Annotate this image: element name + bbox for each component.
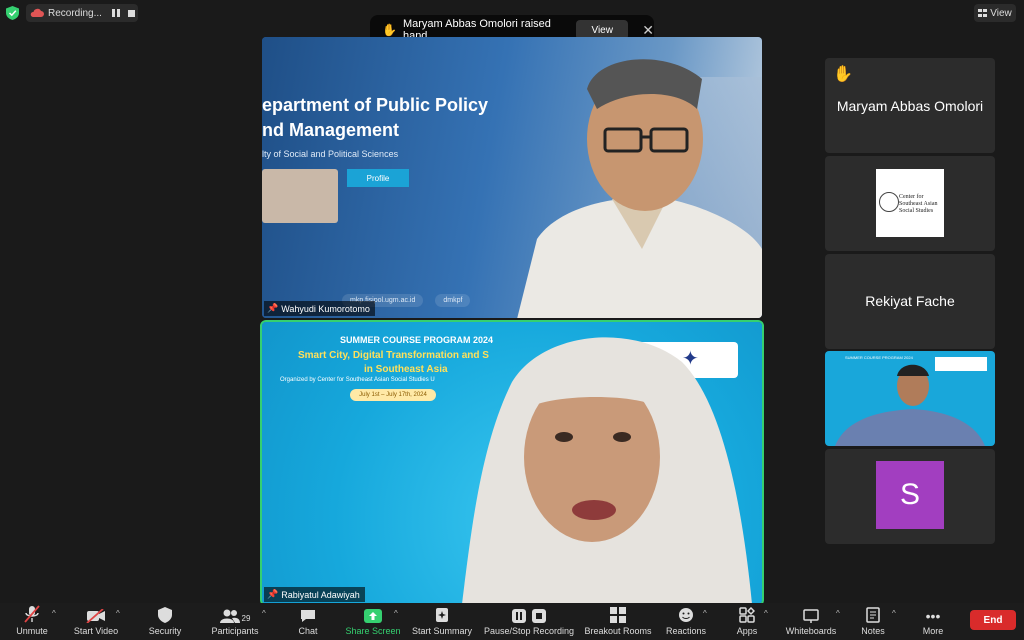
- video-tile-speaker[interactable]: epartment of Public Policy nd Management…: [262, 37, 762, 318]
- participants-button[interactable]: 29 Participants: [208, 603, 262, 640]
- apps-label: Apps: [736, 626, 758, 636]
- security-shield-icon: [6, 6, 19, 20]
- cloud-icon: [30, 8, 44, 17]
- start-summary-button[interactable]: Start Summary: [410, 603, 474, 640]
- start-video-label: Start Video: [73, 626, 119, 636]
- participants-count: 29: [241, 614, 251, 623]
- raised-hand-icon: ✋: [833, 66, 853, 83]
- reactions-label: Reactions: [665, 626, 707, 636]
- share-screen-icon: [364, 609, 382, 623]
- end-meeting-button[interactable]: End: [970, 610, 1016, 630]
- microphone-muted-icon: [24, 605, 40, 623]
- raised-hand-icon: ✋: [382, 23, 397, 37]
- chevron-up-icon[interactable]: ^: [116, 609, 120, 618]
- chat-label: Chat: [298, 626, 318, 636]
- participant-name-tag: 📌 Rabiyatul Adawiyah: [264, 587, 365, 602]
- meeting-toolbar: Unmute ^ Start Video ^ Security 29 Parti…: [0, 603, 1024, 640]
- participant-name: Rabiyatul Adawiyah: [281, 589, 360, 600]
- chevron-up-icon[interactable]: ^: [394, 609, 398, 618]
- seal-icon: [879, 192, 899, 212]
- program-organizer: Organized by Center for Southeast Asian …: [280, 377, 435, 383]
- close-icon[interactable]: ✕: [642, 22, 654, 39]
- chevron-up-icon[interactable]: ^: [892, 609, 896, 618]
- slide-title: epartment of Public Policy nd Management: [262, 95, 489, 140]
- participant-name-tag: 📌 Wahyudi Kumorotomo: [264, 301, 375, 316]
- notes-icon: [866, 607, 880, 623]
- participant-person: [462, 337, 752, 604]
- grid-icon: [978, 9, 988, 17]
- share-screen-label: Share Screen: [345, 626, 401, 636]
- participants-label: Participants: [211, 626, 259, 636]
- view-label: View: [990, 7, 1012, 19]
- participant-tile[interactable]: Center for Southeast Asian Social Studies: [825, 156, 995, 251]
- participant-tile[interactable]: SUMMER COURSE PROGRAM 2024: [825, 351, 995, 446]
- participant-logo: Center for Southeast Asian Social Studies: [876, 169, 944, 237]
- chat-icon: [301, 610, 315, 622]
- chevron-up-icon[interactable]: ^: [836, 609, 840, 618]
- chat-button[interactable]: Chat: [293, 603, 323, 640]
- whiteboards-button[interactable]: Whiteboards: [782, 603, 840, 640]
- whiteboards-label: Whiteboards: [785, 626, 837, 636]
- summary-icon: [436, 608, 448, 622]
- recording-label: Recording...: [48, 7, 102, 19]
- chevron-up-icon[interactable]: ^: [703, 609, 707, 618]
- start-summary-label: Start Summary: [411, 626, 472, 636]
- stop-recording-icon[interactable]: [127, 9, 135, 17]
- more-dots-icon: •••: [925, 608, 941, 624]
- more-button[interactable]: ••• More: [920, 603, 946, 640]
- apps-button[interactable]: Apps: [734, 603, 760, 640]
- breakout-rooms-label: Breakout Rooms: [584, 626, 652, 636]
- view-menu-button[interactable]: View: [974, 4, 1016, 22]
- pause-stop-icon: [512, 609, 546, 623]
- breakout-rooms-icon: [610, 607, 626, 623]
- participant-person: [517, 59, 762, 318]
- chevron-up-icon[interactable]: ^: [52, 609, 56, 618]
- participant-tile[interactable]: S: [825, 449, 995, 544]
- slide-photo: [262, 169, 338, 223]
- logo-text: Center forSoutheast AsianSocial Studies: [899, 194, 938, 214]
- unmute-label: Unmute: [16, 626, 48, 636]
- recording-indicator[interactable]: Recording...: [26, 4, 138, 22]
- more-label: More: [922, 626, 944, 636]
- chevron-up-icon[interactable]: ^: [764, 609, 768, 618]
- footer-handle: dmkpf: [435, 294, 471, 307]
- slide-subtitle: lty of Social and Political Sciences: [262, 149, 399, 159]
- pause-stop-recording-button[interactable]: Pause/Stop Recording: [484, 603, 574, 640]
- security-label: Security: [148, 626, 182, 636]
- slide-profile-button: Profile: [347, 169, 409, 187]
- pause-recording-icon[interactable]: [111, 9, 120, 17]
- pause-stop-label: Pause/Stop Recording: [483, 626, 575, 636]
- program-headline-2: in Southeast Asia: [364, 364, 448, 375]
- shield-icon: [158, 607, 172, 623]
- pin-icon: 📌: [267, 303, 279, 313]
- smiley-plus-icon: [679, 608, 693, 622]
- participants-icon: [219, 609, 240, 623]
- participant-person: SUMMER COURSE PROGRAM 2024: [835, 355, 987, 446]
- video-tile-active-speaker[interactable]: SUMMER COURSE PROGRAM 2024 Smart City, D…: [260, 320, 764, 606]
- notes-button[interactable]: Notes: [859, 603, 887, 640]
- avatar: S: [876, 461, 944, 529]
- participant-tile[interactable]: Rekiyat Fache: [825, 254, 995, 349]
- participant-tile[interactable]: ✋ Maryam Abbas Omolori: [825, 58, 995, 153]
- notes-label: Notes: [861, 626, 885, 636]
- apps-icon: [739, 607, 755, 623]
- chevron-up-icon[interactable]: ^: [262, 609, 266, 618]
- whiteboard-icon: [803, 609, 819, 623]
- svg-text:SUMMER COURSE PROGRAM 2024: SUMMER COURSE PROGRAM 2024: [845, 355, 914, 360]
- participant-video: SUMMER COURSE PROGRAM 2024: [825, 351, 995, 446]
- participant-name: Rekiyat Fache: [865, 293, 955, 309]
- video-muted-icon: [86, 609, 105, 623]
- security-button[interactable]: Security: [145, 603, 185, 640]
- reactions-button[interactable]: Reactions: [666, 603, 706, 640]
- participant-name: Wahyudi Kumorotomo: [281, 303, 370, 314]
- start-video-button[interactable]: Start Video: [72, 603, 120, 640]
- program-dates: July 1st – July 17th, 2024: [350, 389, 436, 401]
- unmute-button[interactable]: Unmute: [12, 603, 52, 640]
- pin-icon: 📌: [267, 589, 279, 599]
- participant-name: Maryam Abbas Omolori: [836, 98, 984, 114]
- breakout-rooms-button[interactable]: Breakout Rooms: [584, 603, 652, 640]
